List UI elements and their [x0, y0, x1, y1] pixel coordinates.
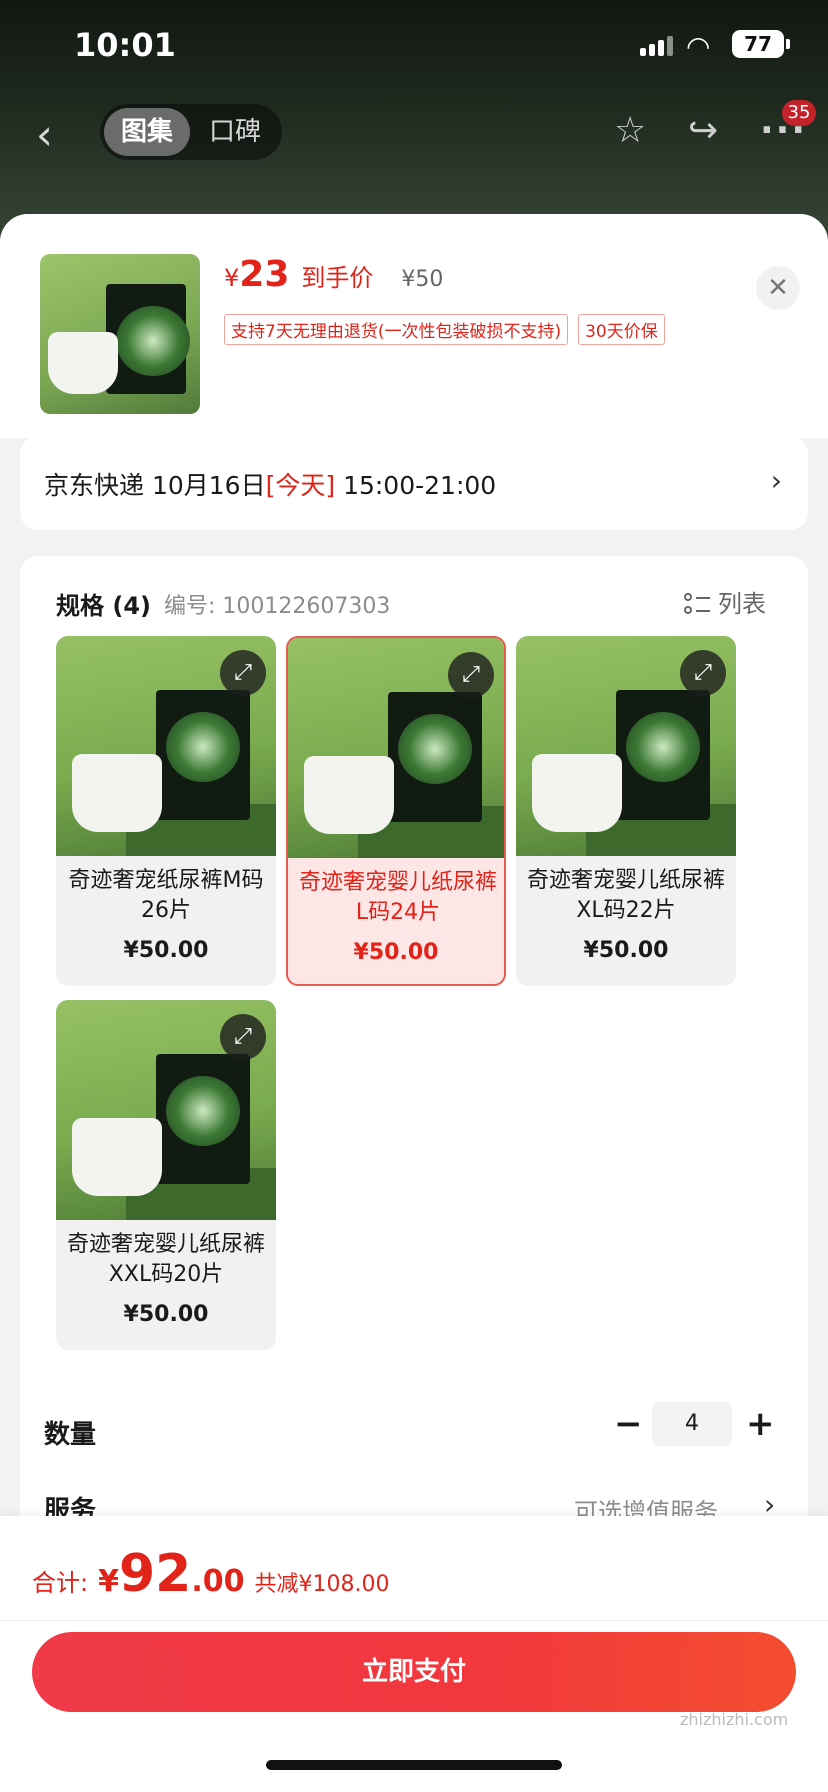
product-pack-image — [156, 690, 250, 820]
original-price: ¥50 — [401, 267, 444, 292]
diaper-image — [532, 754, 622, 832]
expand-icon[interactable]: ⤢ — [220, 650, 266, 696]
product-pack-image — [156, 1054, 250, 1184]
top-nav: ‹ 图集 口碑 ☆ ↪ ··· 35 — [0, 96, 828, 166]
list-label: 列表 — [718, 590, 766, 618]
product-thumbnail[interactable] — [40, 254, 200, 414]
gallery-review-switch: 图集 口碑 — [100, 104, 282, 160]
product-code: 编号: 100122607303 — [164, 594, 391, 619]
wifi-icon: ◠ — [686, 30, 711, 63]
product-pack-image — [616, 690, 710, 820]
delivery-info: 京东快递 10月16日[今天] 15:00-21:00 — [44, 466, 496, 502]
total-saving: 共减¥108.00 — [254, 1572, 390, 1597]
list-icon — [684, 593, 710, 617]
spec-title: 规格 (4) — [56, 592, 151, 620]
quantity-input[interactable]: 4 — [652, 1402, 732, 1446]
checkout-bar: 合计: ¥ 92 .00 共减¥108.00 立即支付 — [0, 1516, 828, 1792]
option-name: 奇迹奢宠纸尿裤M码26片 — [68, 868, 264, 923]
status-bar: 10:01 ◠ 77 — [0, 0, 828, 90]
pay-now-button[interactable]: 立即支付 — [32, 1632, 796, 1712]
expand-icon[interactable]: ⤢ — [220, 1014, 266, 1060]
total-amount-decimal: .00 — [191, 1564, 245, 1599]
return-policy-tag: 支持7天无理由退货(一次性包装破损不支持) — [224, 314, 569, 345]
price-protection-tag: 30天价保 — [578, 314, 665, 345]
diaper-image — [72, 754, 162, 832]
spec-option[interactable]: ⤢ 奇迹奢宠婴儿纸尿裤XXL码20片 ¥50.00 — [56, 1000, 276, 1350]
option-price: ¥50.00 — [353, 940, 439, 965]
tab-gallery[interactable]: 图集 — [104, 108, 190, 156]
option-name: 奇迹奢宠婴儿纸尿裤XL码22片 — [526, 868, 725, 923]
chevron-right-icon: › — [770, 464, 782, 497]
diaper-image — [304, 756, 394, 834]
total-row: 合计: ¥ 92 .00 共减¥108.00 — [32, 1544, 389, 1604]
total-label: 合计: — [32, 1569, 89, 1597]
cellular-signal-icon — [640, 34, 674, 56]
delivery-row[interactable]: 京东快递 10月16日[今天] 15:00-21:00 › — [20, 436, 808, 530]
list-view-toggle[interactable]: 列表 — [684, 584, 766, 619]
delivery-carrier: 京东快递 — [44, 471, 145, 500]
quantity-increase-button[interactable]: + — [746, 1404, 775, 1444]
status-time: 10:01 — [74, 26, 176, 64]
battery-indicator: 77 — [732, 30, 790, 58]
total-currency: ¥ — [98, 1564, 119, 1599]
message-count-badge: 35 — [782, 100, 816, 126]
sheet-header: ¥ 23 到手价 ¥50 支持7天无理由退货(一次性包装破损不支持) 30天价保… — [0, 214, 828, 438]
option-price: ¥50.00 — [583, 938, 669, 963]
expand-icon[interactable]: ⤢ — [448, 652, 494, 698]
back-icon[interactable]: ‹ — [36, 110, 53, 159]
spec-option-selected[interactable]: ⤢ 奇迹奢宠婴儿纸尿裤L码24片 ¥50.00 — [286, 636, 506, 986]
final-price: 23 — [239, 254, 290, 295]
option-name: 奇迹奢宠婴儿纸尿裤L码24片 — [298, 870, 497, 925]
option-name: 奇迹奢宠婴儿纸尿裤XXL码20片 — [66, 1232, 265, 1287]
favorite-star-icon[interactable]: ☆ — [614, 110, 646, 151]
product-pack-image — [388, 692, 482, 822]
option-price: ¥50.00 — [123, 1302, 209, 1327]
delivery-date: 10月16日 — [151, 471, 266, 500]
quantity-decrease-button[interactable]: − — [614, 1404, 643, 1444]
option-price: ¥50.00 — [123, 938, 209, 963]
diaper-image — [48, 332, 118, 394]
tab-reviews[interactable]: 口碑 — [192, 108, 278, 156]
quantity-label: 数量 — [44, 1420, 97, 1450]
home-indicator — [266, 1760, 562, 1770]
watermark: zhizhizhi.com — [680, 1710, 789, 1729]
delivery-today: [今天] — [265, 471, 336, 500]
divider — [0, 1620, 828, 1621]
spec-option[interactable]: ⤢ 奇迹奢宠纸尿裤M码26片 ¥50.00 — [56, 636, 276, 986]
diaper-image — [72, 1118, 162, 1196]
price-row: ¥ 23 到手价 ¥50 — [224, 254, 443, 298]
delivery-window: 15:00-21:00 — [343, 471, 497, 500]
final-price-label: 到手价 — [301, 264, 374, 292]
close-button[interactable]: ✕ — [756, 266, 800, 310]
total-amount-integer: 92 — [118, 1544, 192, 1604]
service-tags: 支持7天无理由退货(一次性包装破损不支持) 30天价保 — [224, 314, 665, 345]
product-pack-image — [106, 284, 190, 394]
expand-icon[interactable]: ⤢ — [680, 650, 726, 696]
price-currency: ¥ — [224, 264, 240, 292]
share-icon[interactable]: ↪ — [688, 110, 718, 151]
spec-option[interactable]: ⤢ 奇迹奢宠婴儿纸尿裤XL码22片 ¥50.00 — [516, 636, 736, 986]
